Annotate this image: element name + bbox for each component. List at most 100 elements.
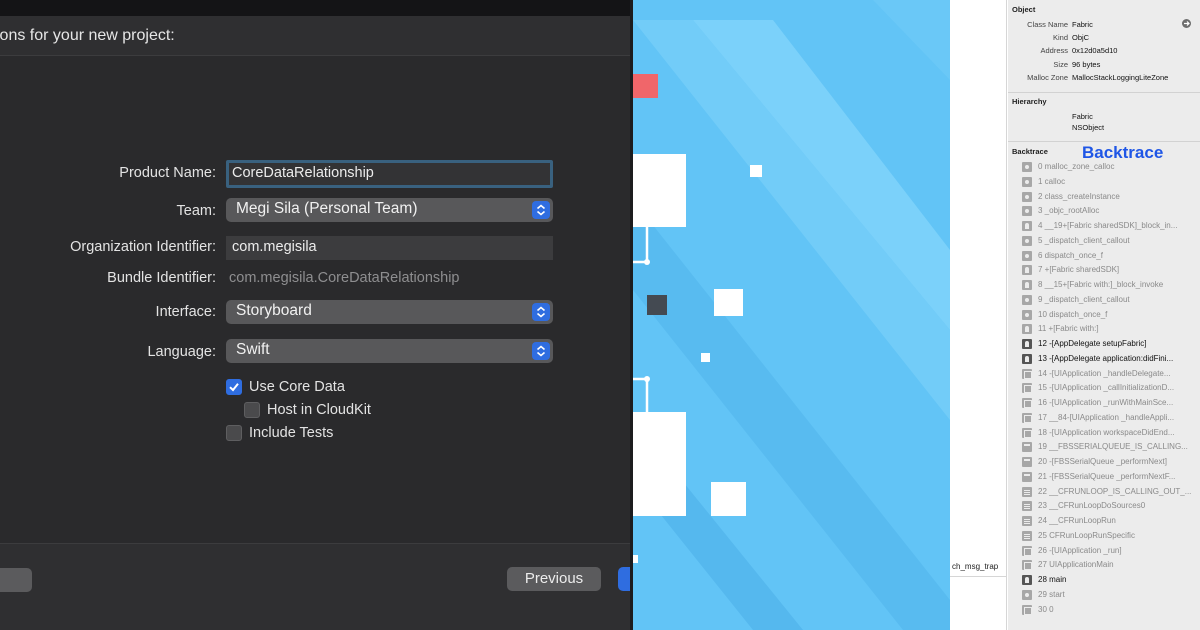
backtrace-frame[interactable]: 10 dispatch_once_f [1022, 308, 1200, 322]
backtrace-frame-label: 30 0 [1038, 604, 1054, 614]
backtrace-frame-label: 19 __FBSSERIALQUEUE_IS_CALLING... [1038, 442, 1188, 452]
backtrace-frame[interactable]: 12 -[AppDelegate setupFabric] [1022, 337, 1200, 351]
backtrace-frame[interactable]: 17 __84-[UIApplication _handleAppli... [1022, 411, 1200, 425]
window-top-bar [0, 0, 630, 16]
backtrace-section-title: Backtrace [1012, 147, 1048, 156]
backtrace-frame[interactable]: 7 +[Fabric sharedSDK] [1022, 263, 1200, 277]
next-button[interactable] [618, 567, 630, 591]
backtrace-frame[interactable]: 4 __19+[Fabric sharedSDK]_block_in... [1022, 219, 1200, 233]
backtrace-frame[interactable]: 5 _dispatch_client_callout [1022, 234, 1200, 248]
white-block [633, 555, 638, 563]
include-tests-checkbox[interactable] [226, 425, 242, 441]
backtrace-frame[interactable]: 18 -[UIApplication workspaceDidEnd... [1022, 426, 1200, 440]
team-popup[interactable]: Megi Sila (Personal Team) [226, 198, 553, 222]
system-library-icon [1022, 309, 1032, 320]
host-in-cloudkit-label: Host in CloudKit [267, 402, 371, 418]
product-name-field[interactable]: CoreDataRelationship [226, 160, 553, 188]
chevron-up-down-icon [532, 303, 550, 321]
backtrace-frame-label: 13 -[AppDelegate application:didFini... [1038, 353, 1174, 363]
malloc-zone-value: MallocStackLoggingLiteZone [1072, 73, 1169, 82]
system-library-icon [1022, 176, 1032, 187]
red-block [633, 74, 658, 98]
backtrace-frame-label: 24 __CFRunLoopRun [1038, 516, 1116, 525]
backtrace-frame-label: 3 _objc_rootAlloc [1038, 206, 1100, 216]
system-library-icon [1022, 589, 1032, 600]
use-core-data-checkbox[interactable] [226, 379, 242, 395]
backtrace-frame-label: 2 class_createInstance [1038, 191, 1120, 201]
backtrace-frame-label: 23 __CFRunLoopDoSources0 [1038, 501, 1146, 511]
framework-icon [1022, 560, 1032, 571]
backtrace-frame[interactable]: 22 __CFRUNLOOP_IS_CALLING_OUT_... [1022, 485, 1200, 499]
team-value: Megi Sila (Personal Team) [236, 200, 418, 217]
chevron-up-down-icon [532, 201, 550, 219]
backtrace-frame[interactable]: 20 -[FBSSerialQueue _performNext] [1022, 455, 1200, 469]
user-code-icon [1022, 221, 1032, 231]
backtrace-frame[interactable]: 28 main [1022, 573, 1200, 587]
backtrace-frame-label: 20 -[FBSSerialQueue _performNext] [1038, 457, 1167, 466]
window-icon [1022, 442, 1032, 453]
user-code-icon [1022, 280, 1032, 290]
backtrace-frame[interactable]: 24 __CFRunLoopRun [1022, 514, 1200, 528]
sheet-heading: ions for your new project: [0, 27, 175, 44]
window-icon [1022, 457, 1032, 467]
framework-icon [1022, 545, 1032, 556]
framework-icon [1022, 398, 1032, 408]
backtrace-frame[interactable]: 11 +[Fabric with:] [1022, 322, 1200, 336]
interface-popup[interactable]: Storyboard [226, 300, 553, 324]
backtrace-frame[interactable]: 14 -[UIApplication _handleDelegate... [1022, 367, 1200, 381]
use-core-data-label: Use Core Data [249, 379, 345, 395]
memory-inspector: ch_msg_trap Object Class Name Fabric Kin… [950, 0, 1200, 630]
backtrace-frame-label: 22 __CFRUNLOOP_IS_CALLING_OUT_... [1038, 486, 1192, 496]
previous-button[interactable]: Previous [507, 567, 601, 591]
backtrace-frame-label: 8 __15+[Fabric with:]_block_invoke [1038, 280, 1164, 289]
backtrace-frame[interactable]: 2 class_createInstance [1022, 190, 1200, 204]
white-block [711, 482, 746, 516]
white-block [750, 165, 762, 177]
backtrace-frame[interactable]: 1 calloc [1022, 175, 1200, 189]
user-code-icon [1022, 265, 1032, 276]
backtrace-frame-label: 4 __19+[Fabric sharedSDK]_block_in... [1038, 221, 1178, 230]
backtrace-frame[interactable]: 21 -[FBSSerialQueue _performNextF... [1022, 470, 1200, 484]
backtrace-frame[interactable]: 26 -[UIApplication _run] [1022, 544, 1200, 558]
backtrace-frame[interactable]: 27 UIApplicationMain [1022, 558, 1200, 572]
backtrace-frame-label: 12 -[AppDelegate setupFabric] [1038, 339, 1147, 348]
system-library-icon [1022, 206, 1032, 217]
backtrace-frame[interactable]: 29 start [1022, 588, 1200, 602]
backtrace-frame[interactable]: 15 -[UIApplication _callInitializationD.… [1022, 381, 1200, 395]
jump-arrow-icon[interactable] [1182, 19, 1191, 28]
language-label: Language: [147, 344, 216, 360]
backtrace-frame-label: 18 -[UIApplication workspaceDidEnd... [1038, 427, 1175, 437]
dark-block [647, 295, 667, 315]
class-name-value: Fabric [1072, 20, 1093, 29]
backtrace-frame[interactable]: 25 CFRunLoopRunSpecific [1022, 529, 1200, 543]
user-code-icon [1022, 353, 1032, 364]
team-label: Team: [176, 203, 217, 219]
backtrace-frame[interactable]: 6 dispatch_once_f [1022, 249, 1200, 263]
interface-value: Storyboard [236, 302, 312, 319]
debug-gutter: ch_msg_trap [950, 0, 1007, 630]
user-code-icon [1022, 324, 1032, 335]
backtrace-frame[interactable]: 30 0 [1022, 603, 1200, 617]
language-value: Swift [236, 341, 270, 358]
address-key: Address [1040, 46, 1068, 55]
trap-label: ch_msg_trap [952, 562, 999, 571]
include-tests-label: Include Tests [249, 425, 334, 441]
framework-icon [1022, 412, 1032, 423]
backtrace-frame[interactable]: 3 _objc_rootAlloc [1022, 204, 1200, 218]
backtrace-frame[interactable]: 19 __FBSSERIALQUEUE_IS_CALLING... [1022, 440, 1200, 454]
backtrace-frame[interactable]: 0 malloc_zone_calloc [1022, 160, 1200, 174]
backtrace-frame[interactable]: 9 _dispatch_client_callout [1022, 293, 1200, 307]
backtrace-frame-label: 9 _dispatch_client_callout [1038, 294, 1130, 304]
backtrace-frame[interactable]: 23 __CFRunLoopDoSources0 [1022, 499, 1200, 513]
org-id-field[interactable]: com.megisila [226, 236, 553, 260]
host-in-cloudkit-checkbox[interactable] [244, 402, 260, 418]
backtrace-frame[interactable]: 8 __15+[Fabric with:]_block_invoke [1022, 278, 1200, 292]
divider [1008, 92, 1200, 93]
connector-node [644, 376, 650, 382]
light-stripe [693, 20, 950, 330]
backtrace-frame[interactable]: 16 -[UIApplication _runWithMainSce... [1022, 396, 1200, 410]
backtrace-frame-label: 0 malloc_zone_calloc [1038, 162, 1115, 171]
language-popup[interactable]: Swift [226, 339, 553, 363]
backtrace-frame[interactable]: 13 -[AppDelegate application:didFini... [1022, 352, 1200, 366]
cancel-button[interactable] [0, 568, 32, 592]
